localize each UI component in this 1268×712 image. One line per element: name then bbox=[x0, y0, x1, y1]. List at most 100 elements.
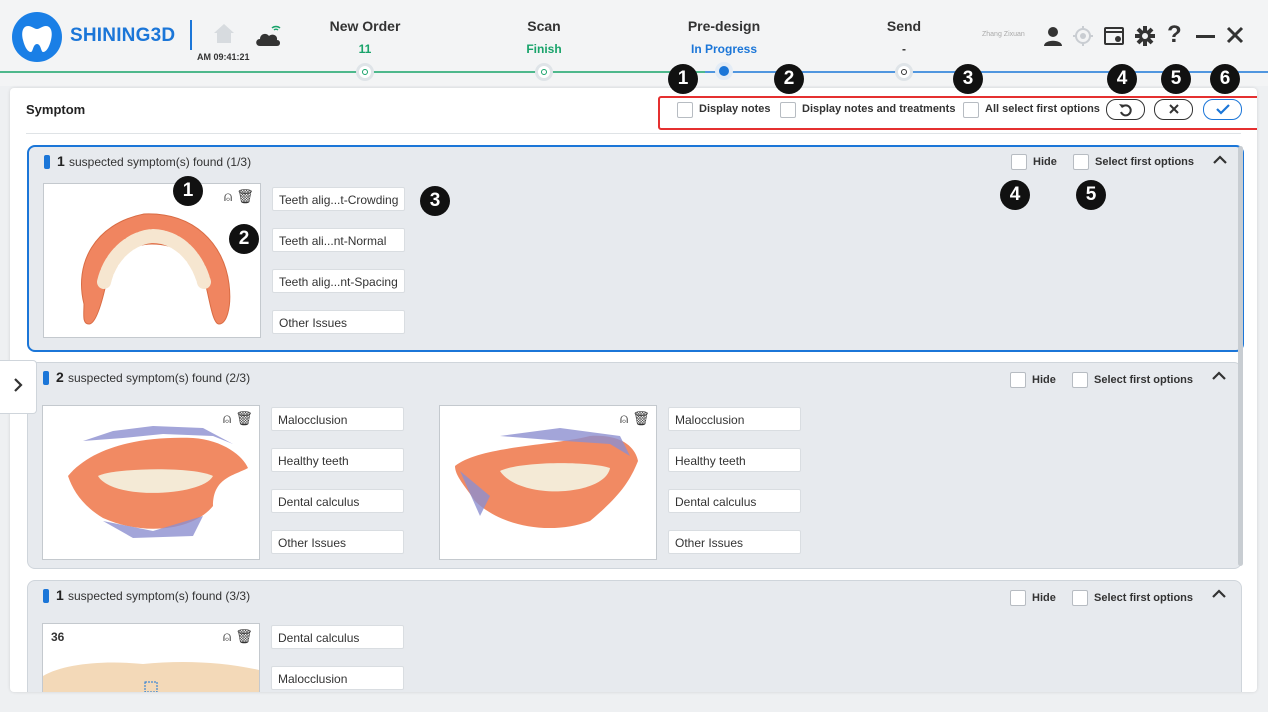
hide-checkbox[interactable] bbox=[1010, 372, 1026, 388]
symptom-group-1: 1 suspected symptom(s) found (1/3) Hide … bbox=[27, 145, 1244, 352]
symptom-tag[interactable]: Dental calculus bbox=[271, 625, 404, 649]
trash-icon[interactable]: 🗑 bbox=[235, 628, 253, 644]
symptom-group-2: 2 suspected symptom(s) found (2/3) Hide … bbox=[27, 362, 1242, 569]
symptom-tag[interactable]: Teeth alig...t-Crowding bbox=[272, 187, 405, 211]
step-send-dot[interactable] bbox=[898, 66, 910, 78]
annotation-badge: 4 bbox=[1107, 64, 1137, 94]
tooth-model-icon[interactable]: ⍝ bbox=[224, 188, 232, 204]
minimize-icon[interactable] bbox=[1196, 35, 1215, 38]
shining3d-logo-icon bbox=[12, 12, 62, 62]
symptom-tag[interactable]: Dental calculus bbox=[668, 489, 801, 513]
hide-checkbox[interactable] bbox=[1010, 590, 1026, 606]
symptom-tag[interactable]: Malocclusion bbox=[271, 407, 404, 431]
annotation-badge: 3 bbox=[953, 64, 983, 94]
symptom-tag[interactable]: Healthy teeth bbox=[271, 448, 404, 472]
tooth-model-icon[interactable]: ⍝ bbox=[620, 410, 628, 426]
sidebar-expand-button[interactable] bbox=[0, 360, 37, 414]
target-icon[interactable] bbox=[1072, 25, 1094, 52]
step-predesign-dot[interactable] bbox=[719, 66, 729, 76]
scan-thumbnail[interactable]: 36 ⍝ 🗑 bbox=[42, 623, 260, 692]
select-first-checkbox[interactable] bbox=[1072, 590, 1088, 606]
confirm-button[interactable] bbox=[1203, 99, 1242, 120]
step-scan-dot[interactable] bbox=[538, 66, 550, 78]
select-first-checkbox[interactable] bbox=[1072, 372, 1088, 388]
symptom-tag[interactable]: Other Issues bbox=[271, 530, 404, 554]
symptom-panel: Symptom Display notes Display notes and … bbox=[10, 88, 1257, 692]
tooth-model-icon[interactable]: ⍝ bbox=[223, 410, 231, 426]
undo-button[interactable] bbox=[1106, 99, 1145, 120]
display-notes-treatments-checkbox[interactable] bbox=[780, 102, 796, 118]
help-icon[interactable]: ? bbox=[1167, 21, 1182, 49]
select-first-checkbox[interactable] bbox=[1073, 154, 1089, 170]
collapse-chevron-icon[interactable] bbox=[1212, 585, 1226, 601]
symptom-tag[interactable]: Teeth ali...nt-Normal bbox=[272, 228, 405, 252]
collapse-chevron-icon[interactable] bbox=[1213, 151, 1227, 167]
symptom-tag[interactable]: Healthy teeth bbox=[668, 448, 801, 472]
step-send-title: Send bbox=[886, 18, 922, 34]
group-title: suspected symptom(s) found (1/3) bbox=[69, 155, 252, 169]
chevron-right-icon bbox=[14, 378, 23, 392]
user-icon[interactable] bbox=[1042, 25, 1064, 52]
panel-title: Symptom bbox=[26, 102, 86, 117]
hide-label: Hide bbox=[1033, 156, 1057, 168]
symptom-tag[interactable]: Other Issues bbox=[668, 530, 801, 554]
cancel-button[interactable] bbox=[1154, 99, 1193, 120]
home-icon[interactable] bbox=[212, 22, 236, 49]
step-predesign-title: Pre-design bbox=[687, 18, 761, 34]
trash-icon[interactable]: 🗑 bbox=[235, 410, 253, 426]
thumbnail-actions: ⍝ 🗑 bbox=[223, 410, 253, 427]
top-bar: SHINING3D AM 09:41:21 New Order 11 Scan … bbox=[0, 0, 1268, 86]
logo-divider bbox=[190, 20, 192, 50]
clock-text: AM 09:41:21 bbox=[197, 52, 250, 62]
collapse-chevron-icon[interactable] bbox=[1212, 367, 1226, 383]
scrollbar[interactable] bbox=[1238, 146, 1243, 566]
group-marker bbox=[43, 589, 49, 603]
thumbnail-actions: ⍝ 🗑 bbox=[620, 410, 650, 427]
hide-checkbox[interactable] bbox=[1011, 154, 1027, 170]
group-title: suspected symptom(s) found (3/3) bbox=[68, 589, 251, 603]
group-marker bbox=[44, 155, 50, 169]
symptom-tag[interactable]: Malocclusion bbox=[271, 666, 404, 690]
symptom-tag[interactable]: Malocclusion bbox=[668, 407, 801, 431]
gear-icon[interactable] bbox=[1134, 25, 1156, 52]
annotation-badge: 4 bbox=[1000, 180, 1030, 210]
display-notes-checkbox[interactable] bbox=[677, 102, 693, 118]
scan-thumbnail[interactable]: ⍝ 🗑 bbox=[439, 405, 657, 560]
tooth-number: 36 bbox=[51, 630, 65, 644]
scan-thumbnail[interactable]: ⍝ 🗑 bbox=[42, 405, 260, 560]
step-predesign-status: In Progress bbox=[690, 42, 758, 56]
window-settings-icon[interactable] bbox=[1103, 25, 1125, 52]
step-new-order-dot[interactable] bbox=[359, 66, 371, 78]
select-first-label: Select first options bbox=[1094, 374, 1194, 386]
step-scan-title: Scan bbox=[527, 18, 561, 34]
panel-divider bbox=[26, 133, 1241, 134]
symptom-tag[interactable]: Other Issues bbox=[272, 310, 405, 334]
hide-label: Hide bbox=[1032, 592, 1056, 604]
annotation-badge: 6 bbox=[1210, 64, 1240, 94]
all-select-first-label: All select first options bbox=[985, 103, 1100, 115]
tooth-model-icon[interactable]: ⍝ bbox=[223, 628, 231, 644]
group-marker bbox=[43, 371, 49, 385]
group-count: 1 bbox=[57, 153, 65, 169]
symptom-tag[interactable]: Teeth alig...nt-Spacing bbox=[272, 269, 405, 293]
cloud-wifi-icon[interactable] bbox=[254, 24, 282, 53]
display-notes-label: Display notes bbox=[699, 103, 771, 115]
select-first-label: Select first options bbox=[1094, 592, 1194, 604]
trash-icon[interactable]: 🗑 bbox=[632, 410, 650, 426]
annotation-badge: 2 bbox=[774, 64, 804, 94]
close-icon[interactable] bbox=[1226, 26, 1244, 49]
annotation-badge: 5 bbox=[1076, 180, 1106, 210]
annotation-badge: 5 bbox=[1161, 64, 1191, 94]
trash-icon[interactable]: 🗑 bbox=[236, 188, 254, 204]
all-select-first-checkbox[interactable] bbox=[963, 102, 979, 118]
select-first-label: Select first options bbox=[1095, 156, 1195, 168]
annotation-badge: 3 bbox=[420, 186, 450, 216]
group-title: suspected symptom(s) found (2/3) bbox=[68, 371, 251, 385]
hide-label: Hide bbox=[1032, 374, 1056, 386]
symptom-tag[interactable]: Dental calculus bbox=[271, 489, 404, 513]
thumbnail-actions: ⍝ 🗑 bbox=[224, 188, 254, 205]
step-new-order-title: New Order bbox=[329, 18, 401, 34]
group-count: 1 bbox=[56, 587, 64, 603]
annotation-badge: 2 bbox=[229, 224, 259, 254]
scan-thumbnail[interactable]: ⍝ 🗑 bbox=[43, 183, 261, 338]
